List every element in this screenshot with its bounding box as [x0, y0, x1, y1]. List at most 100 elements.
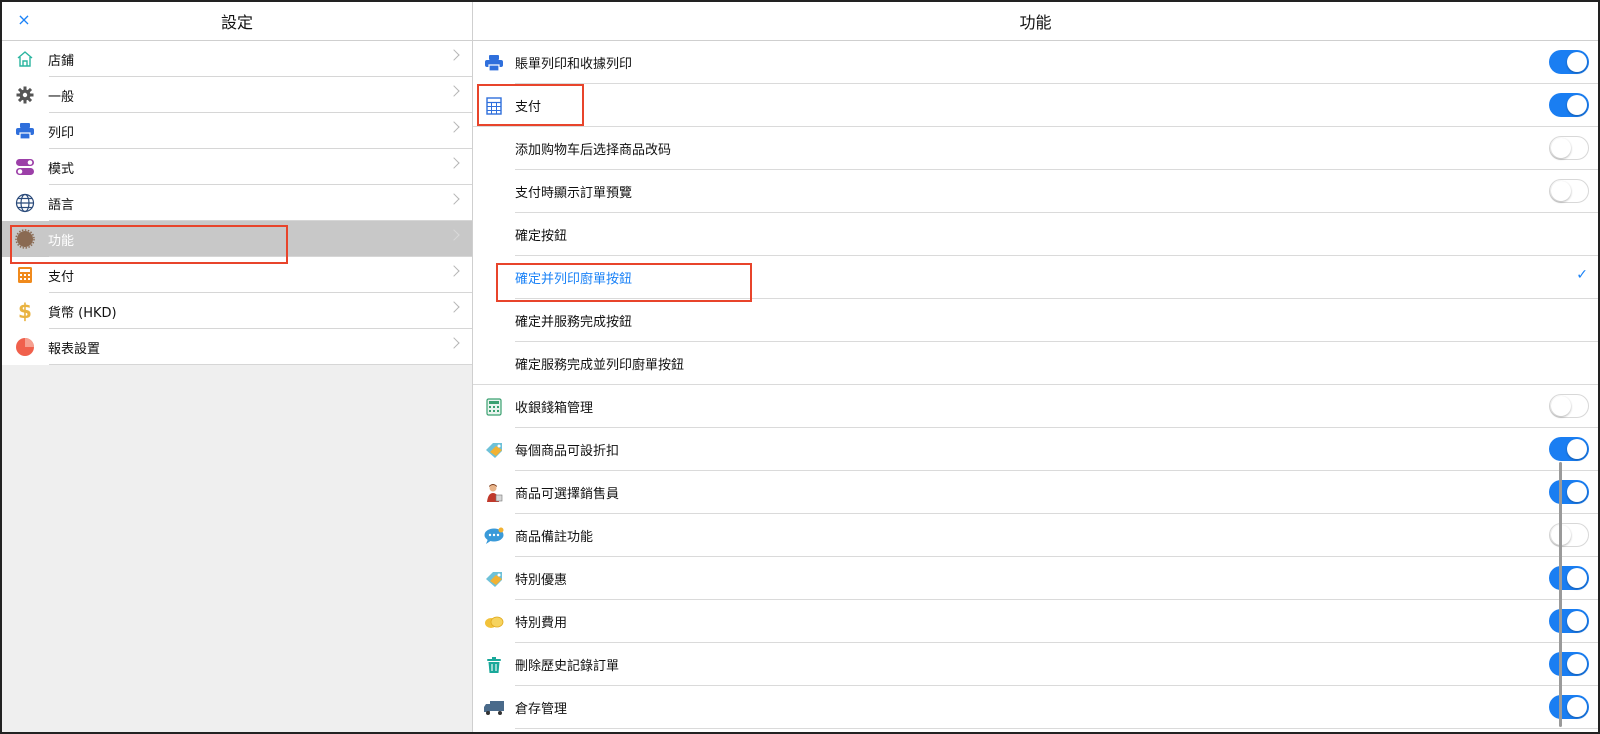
functions-panel: 功能 賬單列印和收據列印 支付 添加购物车后选择商品改码 支付時顯示訂單預覽 確… [473, 2, 1598, 732]
checkmark-icon: ✓ [1576, 267, 1588, 283]
toggle-switch[interactable] [1549, 93, 1589, 117]
functions-list: 賬單列印和收據列印 支付 添加购物车后选择商品改码 支付時顯示訂單預覽 確定按鈕… [473, 41, 1598, 729]
chevron-right-icon [448, 265, 460, 277]
salesperson-icon [473, 483, 515, 503]
row-select-barcode-after-cart[interactable]: 添加购物车后选择商品改码 [473, 127, 1598, 170]
chevron-right-icon [448, 121, 460, 133]
discount-tag-icon [473, 441, 515, 459]
row-label: 確定并列印廚單按鈕 [515, 272, 633, 287]
row-item-notes[interactable]: 商品備註功能 [473, 514, 1598, 557]
row-label: 支付 [515, 100, 542, 115]
row-label: 商品備註功能 [515, 530, 594, 545]
chevron-right-icon [448, 85, 460, 97]
sidebar-title: 設定 [220, 13, 253, 32]
sidebar-item-store[interactable]: 店鋪 [2, 41, 472, 77]
toggle-switch[interactable] [1549, 566, 1589, 590]
calculator-icon [473, 96, 515, 115]
panel-title: 功能 [1019, 13, 1052, 32]
chevron-right-icon [448, 337, 460, 349]
printer-icon [2, 122, 48, 140]
toggle-switch[interactable] [1549, 136, 1589, 160]
trash-icon [473, 656, 515, 674]
chevron-right-icon [448, 49, 460, 61]
sidebar-item-payment[interactable]: 支付 [2, 257, 472, 293]
sidebar-item-general[interactable]: 一般 [2, 77, 472, 113]
settings-window: × 設定 店鋪 一般 列印 模式 語言 功能 支付 $ 貨幣 (HKD) 報表設… [0, 0, 1600, 734]
row-bill-receipt-print[interactable]: 賬單列印和收據列印 [473, 41, 1598, 84]
dollar-icon: $ [2, 300, 48, 322]
printer-icon [473, 54, 515, 72]
row-label: 商品可選擇銷售員 [515, 487, 620, 502]
sidebar-item-label: 店鋪 [48, 53, 75, 69]
option-service-complete-print-kitchen-button[interactable]: 確定服務完成並列印廚單按鈕 [473, 342, 1598, 385]
row-special-offer[interactable]: 特別優惠 [473, 557, 1598, 600]
sidebar-item-label: 模式 [48, 161, 75, 177]
row-label: 收銀錢箱管理 [515, 401, 594, 416]
chevron-right-icon [448, 229, 460, 241]
toggle-switch[interactable] [1549, 480, 1589, 504]
coins-icon [473, 614, 515, 630]
toggle-switch[interactable] [1549, 179, 1589, 203]
row-label: 刪除歷史記錄訂單 [515, 659, 620, 674]
function-icon [2, 229, 48, 249]
row-label: 倉存管理 [515, 702, 568, 717]
gear-icon [2, 86, 48, 104]
note-bubble-icon [473, 527, 515, 545]
row-salesperson[interactable]: 商品可選擇銷售員 [473, 471, 1598, 514]
row-delete-history-orders[interactable]: 刪除歷史記錄訂單 [473, 643, 1598, 686]
svg-text:$: $ [18, 300, 32, 322]
sidebar-item-mode[interactable]: 模式 [2, 149, 472, 185]
scrollbar[interactable] [1559, 462, 1562, 727]
pie-chart-icon [2, 337, 48, 357]
option-confirm-button[interactable]: 確定按鈕 [473, 213, 1598, 256]
truck-icon [473, 699, 515, 717]
sidebar-item-label: 報表設置 [48, 341, 101, 357]
panel-header: 功能 [473, 2, 1598, 41]
cash-drawer-icon [473, 397, 515, 416]
sidebar-header: × 設定 [2, 2, 472, 41]
sidebar-item-print[interactable]: 列印 [2, 113, 472, 149]
toggle-switch[interactable] [1549, 437, 1589, 461]
sidebar-item-label: 一般 [48, 89, 75, 105]
toggle-switch[interactable] [1549, 50, 1589, 74]
toggle-switch[interactable] [1549, 394, 1589, 418]
toggle-switch[interactable] [1549, 695, 1589, 719]
sidebar-item-label: 支付 [48, 269, 75, 285]
toggle-switch[interactable] [1549, 523, 1589, 547]
row-label: 特別優惠 [515, 573, 568, 588]
sidebar-item-label: 語言 [48, 197, 75, 213]
toggle-switch[interactable] [1549, 652, 1589, 676]
row-label: 特別費用 [515, 616, 568, 631]
sidebar-item-functions[interactable]: 功能 [2, 221, 472, 257]
row-payment[interactable]: 支付 [473, 84, 1598, 127]
calculator-icon [2, 266, 48, 284]
row-item-discount[interactable]: 每個商品可設折扣 [473, 428, 1598, 471]
sidebar-item-language[interactable]: 語言 [2, 185, 472, 221]
sidebar-item-currency[interactable]: $ 貨幣 (HKD) [2, 293, 472, 329]
row-label: 添加购物车后选择商品改码 [515, 143, 672, 158]
chevron-right-icon [448, 301, 460, 313]
row-label: 確定并服務完成按鈕 [515, 315, 633, 330]
option-confirm-service-complete-button[interactable]: 確定并服務完成按鈕 [473, 299, 1598, 342]
row-special-fee[interactable]: 特別費用 [473, 600, 1598, 643]
toggle-switch[interactable] [1549, 609, 1589, 633]
chevron-right-icon [448, 193, 460, 205]
option-confirm-print-kitchen-button[interactable]: 確定并列印廚單按鈕 ✓ [473, 256, 1598, 299]
offer-tag-icon [473, 570, 515, 588]
row-label: 確定服務完成並列印廚單按鈕 [515, 358, 685, 373]
row-label: 確定按鈕 [515, 229, 568, 244]
globe-icon [2, 193, 48, 213]
toggles-icon [2, 158, 48, 176]
sidebar-item-label: 列印 [48, 125, 75, 141]
home-icon [2, 50, 48, 68]
settings-menu: 店鋪 一般 列印 模式 語言 功能 支付 $ 貨幣 (HKD) 報表設置 [2, 41, 472, 365]
sidebar-item-reports[interactable]: 報表設置 [2, 329, 472, 365]
sidebar-item-label: 功能 [48, 233, 75, 249]
settings-sidebar: × 設定 店鋪 一般 列印 模式 語言 功能 支付 $ 貨幣 (HKD) 報表設… [2, 2, 473, 732]
chevron-right-icon [448, 157, 460, 169]
sidebar-item-label: 貨幣 (HKD) [48, 305, 117, 321]
row-order-preview[interactable]: 支付時顯示訂單預覽 [473, 170, 1598, 213]
row-cash-drawer[interactable]: 收銀錢箱管理 [473, 385, 1598, 428]
row-inventory-management[interactable]: 倉存管理 [473, 686, 1598, 729]
close-icon[interactable]: × [14, 10, 34, 30]
